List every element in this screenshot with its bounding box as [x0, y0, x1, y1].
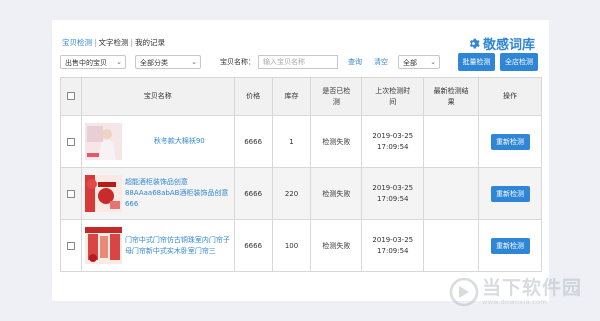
row-checkbox-cell[interactable] — [60, 115, 82, 168]
result-select[interactable]: 全部 ⌄ — [398, 55, 440, 69]
result-select-value: 全部 — [403, 59, 417, 67]
header-action: 操作 — [478, 77, 542, 116]
item-name-input[interactable]: 输入宝贝名称 — [258, 55, 338, 69]
checkbox[interactable] — [66, 241, 75, 250]
category-select[interactable]: 全部分类 ⌄ — [135, 55, 201, 69]
header-stock: 库存 — [271, 77, 312, 116]
result-cell — [423, 219, 480, 272]
action-cell: 重新检测 — [478, 167, 542, 220]
search-link[interactable]: 查询 — [348, 57, 362, 67]
result-cell — [423, 115, 480, 168]
stock-cell: 1 — [271, 115, 312, 168]
table-row: 门帘中式门帘仿古铜珠室内门帘子母门帘新中式实木卧室门帘三 6666 100 检测… — [60, 219, 542, 272]
product-cell: 秋冬款大棉袄90 — [80, 115, 235, 168]
watermark-text: 当下软件园 — [481, 277, 582, 299]
status-cell: 检测失败 — [310, 115, 363, 168]
product-cell: 门帘中式门帘仿古铜珠室内门帘子母门帘新中式实木卧室门帘三 — [80, 219, 235, 272]
time-clock: 17:09:54 — [377, 246, 409, 255]
status-cell: 检测失败 — [310, 167, 363, 220]
status-select[interactable]: 出售中的宝贝 ⌄ — [60, 55, 126, 69]
tab-text-detection[interactable]: 文字检测 — [99, 38, 129, 47]
brand-logo: 敬感词库 — [467, 34, 535, 53]
stock-cell: 220 — [271, 167, 312, 220]
brand-name: 敬感词库 — [482, 38, 535, 53]
status-select-value: 出售中的宝贝 — [65, 59, 107, 67]
product-name-link[interactable]: 超能酒柜装饰品创意88AAaa68abAB酒柜装饰品创意666 — [122, 177, 234, 210]
checkbox[interactable] — [66, 137, 75, 146]
clear-link[interactable]: 清空 — [374, 57, 388, 67]
checkbox[interactable] — [66, 189, 75, 198]
row-checkbox-cell[interactable] — [60, 219, 82, 272]
stock-cell: 100 — [271, 219, 312, 272]
product-name-link[interactable]: 门帘中式门帘仿古铜珠室内门帘子母门帘新中式实木卧室门帘三 — [122, 235, 234, 257]
store-detect-button[interactable]: 全店检测 — [500, 53, 538, 71]
tab-bar: 宝贝检测 | 文字检测 | 我的记录 — [62, 38, 166, 47]
time-date: 2019-03-25 — [372, 235, 414, 244]
time-cell: 2019-03-25 17:09:54 — [361, 167, 425, 220]
watermark-logo-icon — [449, 277, 479, 307]
header-latest-result: 最新检测结果 — [423, 77, 480, 116]
price-cell: 6666 — [233, 219, 273, 272]
header-last-time: 上次检测时间 — [361, 77, 425, 116]
time-date: 2019-03-25 — [372, 131, 414, 140]
price-cell: 6666 — [233, 115, 273, 168]
time-clock: 17:09:54 — [377, 194, 409, 203]
action-cell: 重新检测 — [478, 115, 542, 168]
product-thumbnail[interactable] — [84, 227, 122, 264]
result-cell — [423, 167, 480, 220]
chevron-down-icon: ⌄ — [116, 58, 122, 66]
product-thumbnail[interactable] — [84, 175, 122, 212]
watermark: 当下软件园 www.downxia.com — [449, 277, 582, 307]
header-name: 宝贝名称 — [80, 77, 235, 116]
items-table: 宝贝名称 价格 库存 是否已检测 上次检测时间 最新检测结果 操作 秋冬款大棉袄… — [60, 77, 542, 272]
main-panel: 宝贝检测 | 文字检测 | 我的记录 敬感词库 出售中的宝贝 ⌄ 全部分类 ⌄ 宝贝名称： … — [52, 20, 549, 301]
row-checkbox-cell[interactable] — [60, 167, 82, 220]
price-cell: 6666 — [233, 167, 273, 220]
time-date: 2019-03-25 — [372, 183, 414, 192]
tab-my-records[interactable]: 我的记录 — [135, 38, 165, 47]
product-thumbnail[interactable] — [84, 123, 122, 160]
chevron-down-icon: ⌄ — [191, 58, 197, 66]
gear-icon — [469, 38, 480, 49]
table-row: 秋冬款大棉袄90 6666 1 检测失败 2019-03-25 17:09:54 … — [60, 115, 542, 168]
header-detected: 是否已检测 — [310, 77, 363, 116]
redetect-button[interactable]: 重新检测 — [490, 133, 530, 150]
product-cell: 超能酒柜装饰品创意88AAaa68abAB酒柜装饰品创意666 — [80, 167, 235, 220]
action-cell: 重新检测 — [478, 219, 542, 272]
name-label: 宝贝名称： — [220, 58, 255, 66]
time-clock: 17:09:54 — [377, 142, 409, 151]
time-cell: 2019-03-25 17:09:54 — [361, 115, 425, 168]
redetect-button[interactable]: 重新检测 — [490, 237, 530, 254]
table-row: 超能酒柜装饰品创意88AAaa68abAB酒柜装饰品创意666 6666 220… — [60, 167, 542, 220]
filter-toolbar: 出售中的宝贝 ⌄ 全部分类 ⌄ 宝贝名称： 输入宝贝名称 查询 清空 全部 ⌄ 批量检… — [60, 53, 542, 71]
status-cell: 检测失败 — [310, 219, 363, 272]
table-header-row: 宝贝名称 价格 库存 是否已检测 上次检测时间 最新检测结果 操作 — [60, 77, 542, 116]
chevron-down-icon: ⌄ — [430, 58, 436, 66]
tab-item-detection[interactable]: 宝贝检测 — [62, 38, 92, 47]
time-cell: 2019-03-25 17:09:54 — [361, 219, 425, 272]
checkbox[interactable] — [66, 92, 75, 100]
header-price: 价格 — [233, 77, 273, 116]
redetect-button[interactable]: 重新检测 — [490, 185, 530, 202]
batch-detect-button[interactable]: 批量检测 — [458, 53, 495, 71]
watermark-url: www.downxia.com — [481, 298, 548, 306]
product-name-link[interactable]: 秋冬款大棉袄90 — [122, 136, 234, 147]
header-select-all[interactable] — [60, 77, 82, 116]
category-select-value: 全部分类 — [140, 59, 168, 67]
